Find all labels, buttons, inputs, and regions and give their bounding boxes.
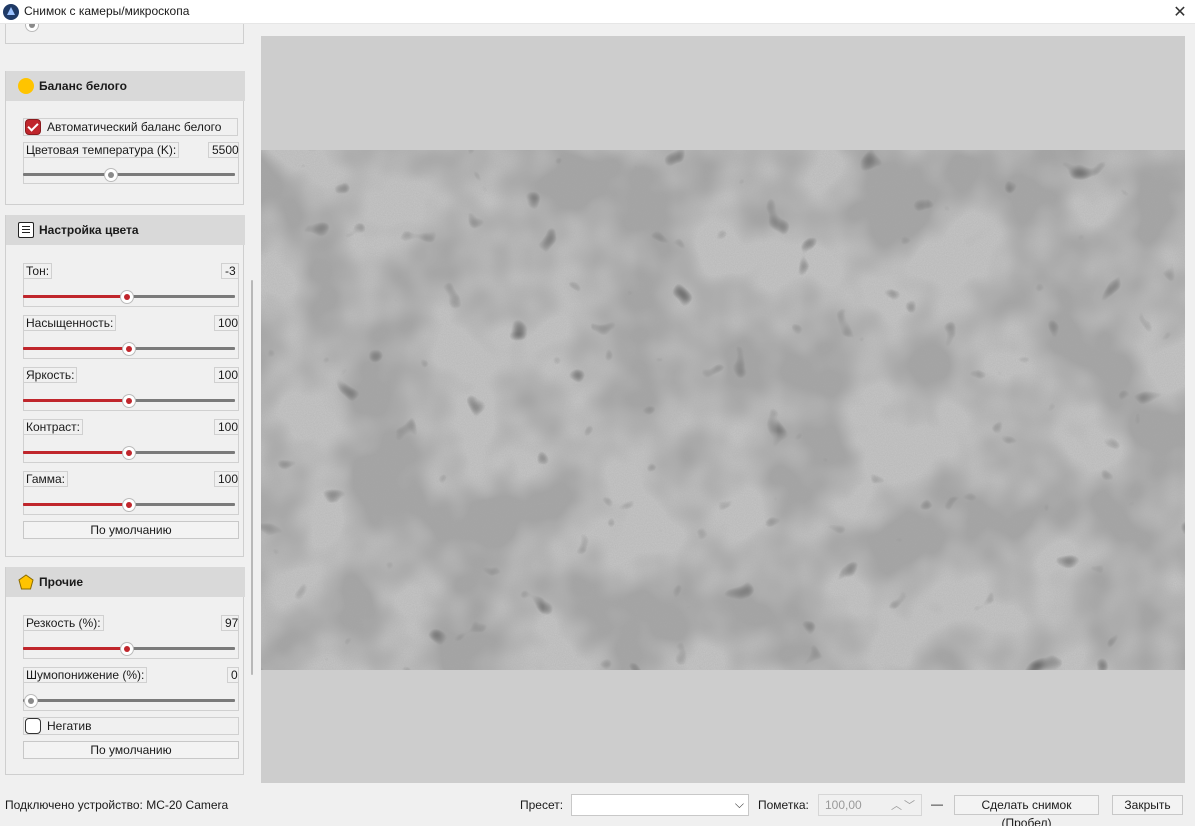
hue-value: -3 (221, 263, 239, 279)
slider-thumb[interactable] (24, 694, 38, 708)
mark-spinbox[interactable]: 100,00 ︿﹀ (818, 794, 922, 816)
contrast-label: Контраст: (23, 419, 83, 435)
spin-arrows-icon[interactable]: ︿﹀ (891, 797, 917, 813)
color-settings-title: Настройка цвета (39, 223, 139, 237)
negative-checkbox[interactable]: Негатив (23, 717, 239, 735)
brightness-slider[interactable] (23, 392, 235, 408)
slider-track (23, 173, 235, 176)
sharpness-value: 97 (221, 615, 239, 631)
slider-thumb[interactable] (104, 168, 118, 182)
color-default-button[interactable]: По умолчанию (23, 521, 239, 539)
color-temperature-slider[interactable] (23, 166, 235, 182)
slider-fill (23, 295, 127, 298)
slider-thumb[interactable] (122, 446, 136, 460)
mark-label: Пометка: (758, 798, 809, 812)
close-icon[interactable]: ✕ (1165, 0, 1195, 24)
checkbox-checked-icon[interactable] (25, 119, 41, 135)
white-balance-group: Баланс белого Автоматический баланс бело… (5, 71, 245, 205)
gamma-label: Гамма: (23, 471, 69, 487)
take-snapshot-button[interactable]: Сделать снимок (Пробел) (954, 795, 1099, 826)
yellow-circle-icon (18, 78, 34, 94)
slider-thumb[interactable] (25, 24, 39, 32)
previous-group-tail (5, 24, 244, 44)
list-icon (18, 222, 34, 238)
other-header[interactable]: Прочие (6, 567, 245, 597)
separator-dash: — (931, 797, 943, 811)
white-balance-header[interactable]: Баланс белого (6, 71, 245, 101)
slider-fill (23, 503, 129, 506)
slider-thumb[interactable] (120, 642, 134, 656)
slider-thumb[interactable] (120, 290, 134, 304)
slider-fill (23, 451, 129, 454)
brightness-label: Яркость: (23, 367, 78, 383)
slider-fill (23, 399, 129, 402)
slider-thumb[interactable] (122, 342, 136, 356)
brightness-value: 100 (214, 367, 239, 383)
auto-white-balance-checkbox[interactable]: Автоматический баланс белого (23, 118, 238, 136)
gamma-value: 100 (214, 471, 239, 487)
checkbox-unchecked-icon[interactable] (25, 718, 41, 734)
close-button[interactable]: Закрыть (1112, 795, 1183, 815)
noise-reduction-value: 0 (227, 667, 239, 683)
saturation-value: 100 (214, 315, 239, 331)
other-default-button[interactable]: По умолчанию (23, 741, 239, 759)
hue-label: Тон: (23, 263, 53, 279)
title-bar: Снимок с камеры/микроскопа ✕ (0, 0, 1195, 24)
pentagon-icon (18, 574, 34, 590)
slider-thumb[interactable] (122, 394, 136, 408)
noise-reduction-slider[interactable] (23, 692, 235, 708)
color-temperature-label: Цветовая температура (K): (23, 142, 180, 158)
contrast-slider[interactable] (23, 444, 235, 460)
window-title: Снимок с камеры/микроскопа (24, 4, 190, 18)
other-group: Прочие Резкость (%): 97 Шумопонижение (%… (5, 567, 245, 775)
preview-area (261, 36, 1185, 783)
noise-reduction-label: Шумопонижение (%): (23, 667, 148, 683)
preset-dropdown[interactable]: ⌵ (571, 794, 749, 816)
preset-label: Пресет: (520, 798, 564, 812)
panel-scrollbar[interactable] (251, 280, 253, 675)
color-settings-header[interactable]: Настройка цвета (6, 215, 245, 245)
settings-panel: Баланс белого Автоматический баланс бело… (0, 24, 250, 784)
sharpness-label: Резкость (%): (23, 615, 104, 631)
sharpness-slider[interactable] (23, 640, 235, 656)
previous-slider[interactable] (24, 24, 236, 32)
microscope-image (261, 150, 1185, 670)
other-title: Прочие (39, 575, 84, 589)
app-logo-icon (3, 4, 19, 20)
color-settings-group: Настройка цвета Тон: -3 Насыщенность: 10… (5, 215, 245, 557)
device-status: Подключено устройство: MC-20 Camera (5, 798, 229, 812)
mark-value: 100,00 (825, 798, 862, 812)
white-balance-title: Баланс белого (39, 79, 127, 93)
chevron-down-icon[interactable]: ⌵ (735, 797, 744, 812)
saturation-label: Насыщенность: (23, 315, 117, 331)
contrast-value: 100 (214, 419, 239, 435)
slider-track (23, 699, 235, 702)
saturation-slider[interactable] (23, 340, 235, 356)
slider-thumb[interactable] (122, 498, 136, 512)
auto-white-balance-label: Автоматический баланс белого (47, 120, 222, 134)
slider-fill (23, 647, 127, 650)
negative-label: Негатив (47, 719, 92, 733)
gamma-slider[interactable] (23, 496, 235, 512)
hue-slider[interactable] (23, 288, 235, 304)
slider-fill (23, 347, 129, 350)
color-temperature-value: 5500 (208, 142, 239, 158)
